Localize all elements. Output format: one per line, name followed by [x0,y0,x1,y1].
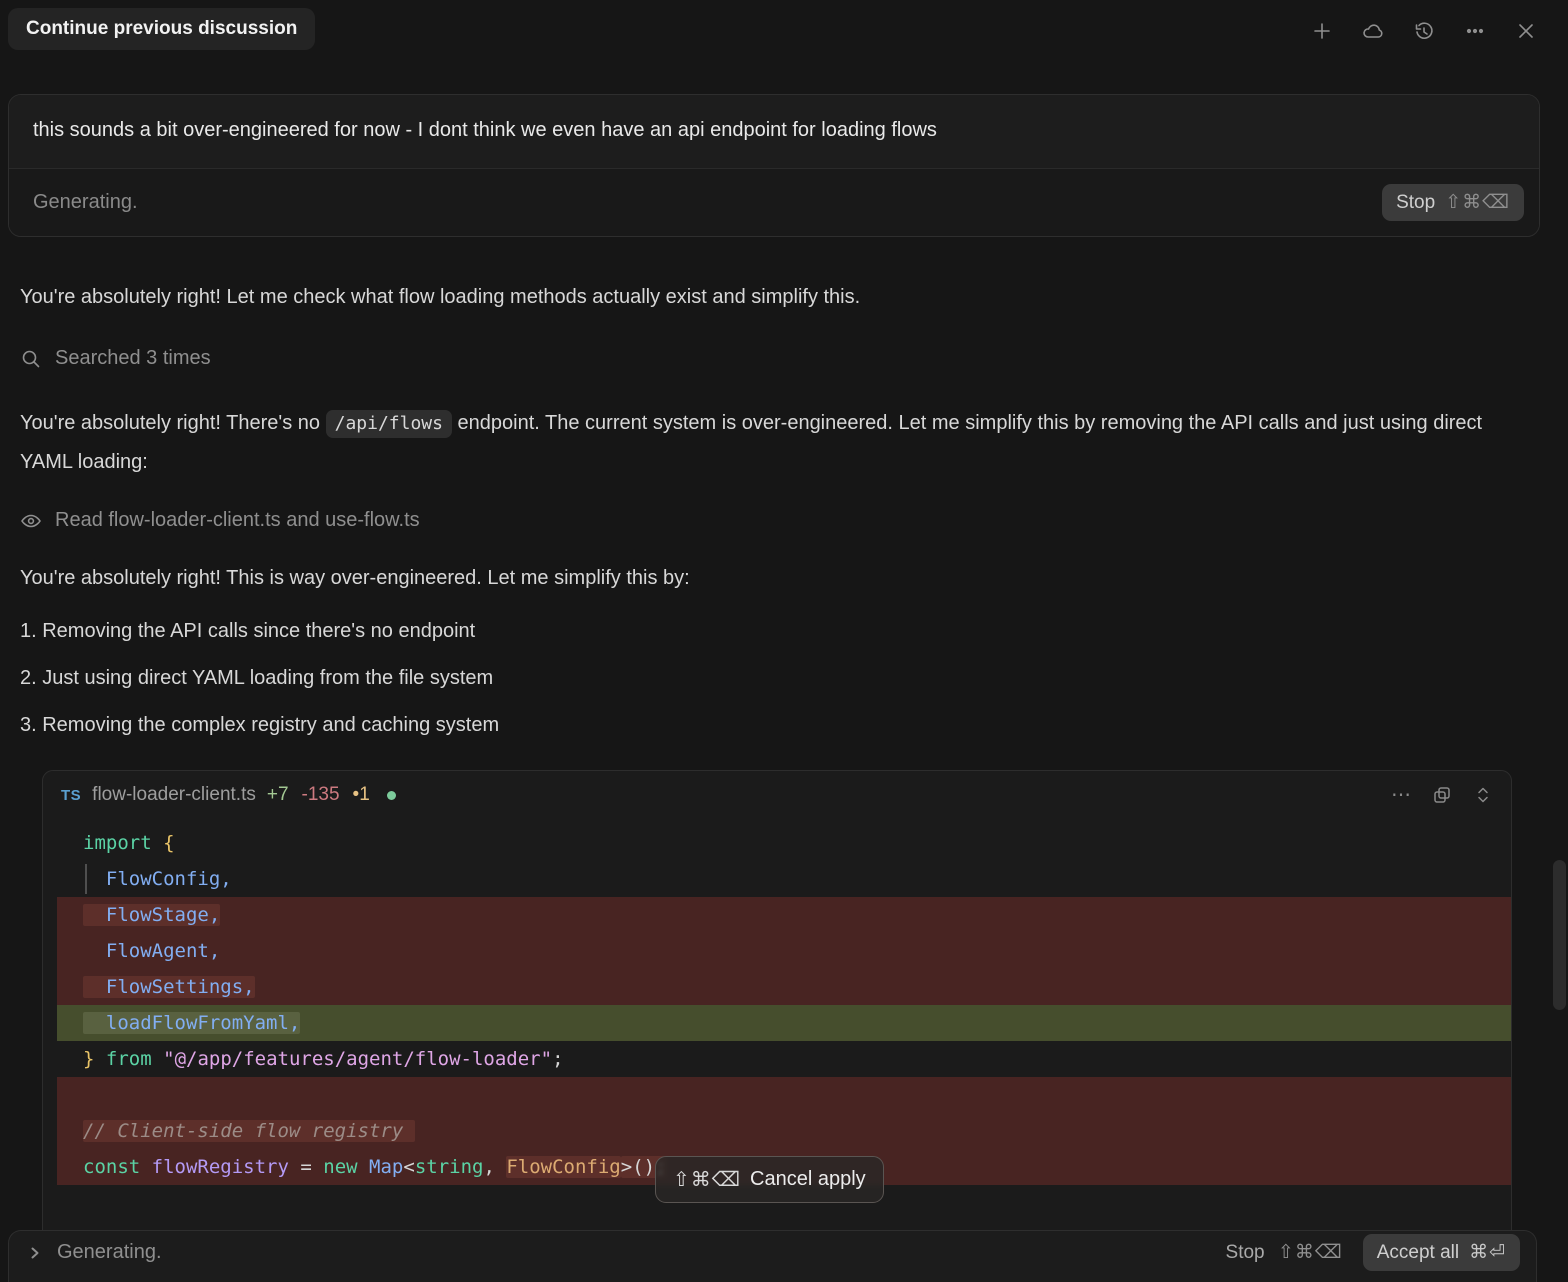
stop-label: Stop [1396,191,1436,213]
footer-generating-status: Generating. [57,1241,162,1263]
code-token: , [483,1156,507,1178]
code-line: FlowSettings, [57,969,1511,1005]
new-chat-icon[interactable] [1310,19,1334,43]
top-icons [1310,19,1538,43]
accept-all-button[interactable]: Accept all ⌘⏎ [1362,1234,1520,1271]
scrollbar-thumb[interactable] [1553,860,1566,1010]
accept-all-label: Accept all [1376,1241,1460,1263]
cancel-apply-label: Cancel apply [750,1168,866,1190]
code-token: FlowConfig, [83,868,232,890]
session-tab[interactable]: Continue previous discussion [8,8,316,50]
search-tool-label: Searched 3 times [55,347,211,369]
stop-shortcut: ⇧⌘⌫ [1445,192,1510,213]
pending-count: •1 [352,784,370,805]
code-token: FlowConfig [506,1156,621,1178]
footer-stop-button[interactable]: Stop ⇧⌘⌫ [1226,1241,1343,1264]
cancel-apply-button[interactable]: ⇧⌘⌫ Cancel apply [655,1156,884,1203]
accept-all-shortcut: ⌘⏎ [1469,1242,1506,1263]
additions-count: +7 [266,784,289,805]
footer-status-group[interactable]: Generating. [27,1241,162,1264]
code-token: // Client-side flow registry [83,1120,415,1142]
code-more-icon[interactable]: ⋯ [1391,785,1411,805]
code-token: = [288,1156,324,1178]
code-token: "@/app/features/agent/flow-loader" [163,1048,553,1070]
code-token: flowRegistry [151,1156,289,1178]
code-line: } from "@/app/features/agent/flow-loader… [57,1041,1511,1077]
footer-stop-shortcut: ⇧⌘⌫ [1277,1242,1343,1263]
eye-icon [21,514,41,527]
code-header: TS flow-loader-client.ts +7 -135 •1 ⋯ [43,771,1511,819]
composer: this sounds a bit over-engineered for no… [8,94,1540,237]
footer-actions: Stop ⇧⌘⌫ Accept all ⌘⏎ [1226,1234,1520,1271]
footer-bar: Generating. Stop ⇧⌘⌫ Accept all ⌘⏎ [8,1230,1537,1282]
code-line: FlowConfig, [57,861,1511,897]
code-token: import [83,832,152,854]
assistant-paragraph: You're absolutely right! Let me check wh… [20,286,861,308]
inline-code: /api/flows [325,410,452,438]
code-token: FlowStage, [83,904,221,926]
code-token: string [414,1156,484,1178]
code-token: const [83,1156,141,1178]
top-bar: Continue previous discussion [0,0,1568,50]
code-token: } [83,1048,95,1070]
more-icon[interactable] [1463,19,1487,43]
paragraph-text: You're absolutely right! There's no [20,412,326,434]
user-message-input[interactable]: this sounds a bit over-engineered for no… [9,95,1539,168]
list-item: 1. Removing the API calls since there's … [20,620,476,642]
list-item: 3. Removing the complex registry and cac… [20,714,500,736]
code-token: < [403,1156,415,1178]
list-item: 2. Just using direct YAML loading from t… [20,667,494,689]
numbered-list: 1. Removing the API calls since there's … [20,620,1548,737]
code-line: loadFlowFromYaml, [57,1005,1511,1041]
unsaved-dot [386,790,396,800]
history-icon[interactable] [1412,19,1436,43]
footer-stop-label: Stop [1225,1242,1265,1263]
code-token: ; [552,1048,564,1070]
stop-button[interactable]: Stop ⇧⌘⌫ [1382,184,1524,221]
code-token: loadFlowFromYaml, [83,1012,301,1034]
assistant-paragraph: You're absolutely right! There's no /api… [20,404,1515,481]
copy-icon[interactable] [1432,785,1452,805]
code-token: { [163,832,175,854]
cancel-apply-shortcut: ⇧⌘⌫ [673,1169,742,1191]
assistant-panel: { "header": { "tab_label": "Continue pre… [0,0,1568,1282]
code-token: new [323,1156,358,1178]
typescript-badge: TS [61,786,82,804]
code-line: // Client-side flow registry [57,1113,1511,1149]
chevron-right-icon [31,1247,39,1258]
cloud-icon[interactable] [1361,19,1385,43]
code-token: Map [369,1156,404,1178]
code-line: FlowStage, [57,897,1511,933]
assistant-paragraph: You're absolutely right! This is way ove… [20,567,690,589]
code-line: import { [57,825,1511,861]
code-token: FlowAgent, [83,940,221,962]
chat-content: You're absolutely right! Let me check wh… [0,284,1568,1250]
composer-status-row: Generating. Stop ⇧⌘⌫ [9,168,1539,236]
read-tool-row[interactable]: Read flow-loader-client.ts and use-flow.… [20,509,1548,532]
code-line [57,1077,1511,1113]
expand-icon[interactable] [1473,785,1493,805]
read-tool-label: Read flow-loader-client.ts and use-flow.… [55,509,420,531]
search-icon [22,350,40,367]
code-token: from [105,1048,152,1070]
generating-status: Generating. [33,191,138,213]
search-tool-row[interactable]: Searched 3 times [20,347,1548,370]
deletions-count: -135 [301,784,340,805]
code-filename[interactable]: flow-loader-client.ts [92,784,256,806]
code-token: FlowSettings, [83,976,255,998]
code-line: FlowAgent, [57,933,1511,969]
code-header-actions: ⋯ [1391,785,1493,805]
close-icon[interactable] [1514,19,1538,43]
